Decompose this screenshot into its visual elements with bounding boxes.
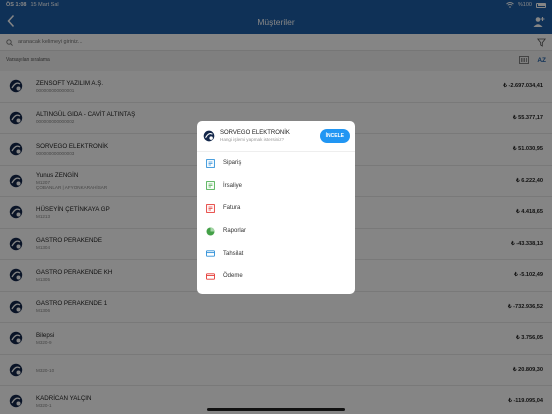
menu-item-invoice[interactable]: Fatura xyxy=(197,197,355,220)
dialog-header: SORVEGO ELEKTRONİK Hangi işlemi yapmak i… xyxy=(197,121,355,152)
action-dialog: SORVEGO ELEKTRONİK Hangi işlemi yapmak i… xyxy=(197,121,355,294)
invoice-icon xyxy=(206,204,215,213)
menu-item-reports[interactable]: Raporlar xyxy=(197,220,355,243)
menu-item-collection[interactable]: Tahsilat xyxy=(197,242,355,265)
menu-item-label: İrsaliye xyxy=(223,182,243,189)
menu-item-label: Fatura xyxy=(223,205,241,212)
menu-item-order[interactable]: Sipariş xyxy=(197,152,355,175)
company-logo-icon xyxy=(203,130,215,142)
home-indicator[interactable] xyxy=(207,408,345,411)
inspect-button[interactable]: İNCELE xyxy=(319,129,350,143)
order-icon xyxy=(206,158,215,168)
collection-icon xyxy=(206,250,215,257)
menu-item-label: Tahsilat xyxy=(223,250,244,257)
menu-item-waybill[interactable]: İrsaliye xyxy=(197,175,355,198)
payment-icon xyxy=(206,273,215,280)
dialog-customer-name: SORVEGO ELEKTRONİK xyxy=(220,130,290,136)
menu-item-label: Sipariş xyxy=(223,160,242,167)
menu-item-payment[interactable]: Ödeme xyxy=(197,265,355,288)
waybill-icon xyxy=(206,181,215,191)
pie-chart-icon xyxy=(206,227,215,236)
menu-item-label: Raporlar xyxy=(223,228,247,235)
dialog-question: Hangi işlemi yapmak istersiniz? xyxy=(220,137,285,142)
menu-item-label: Ödeme xyxy=(223,273,243,280)
